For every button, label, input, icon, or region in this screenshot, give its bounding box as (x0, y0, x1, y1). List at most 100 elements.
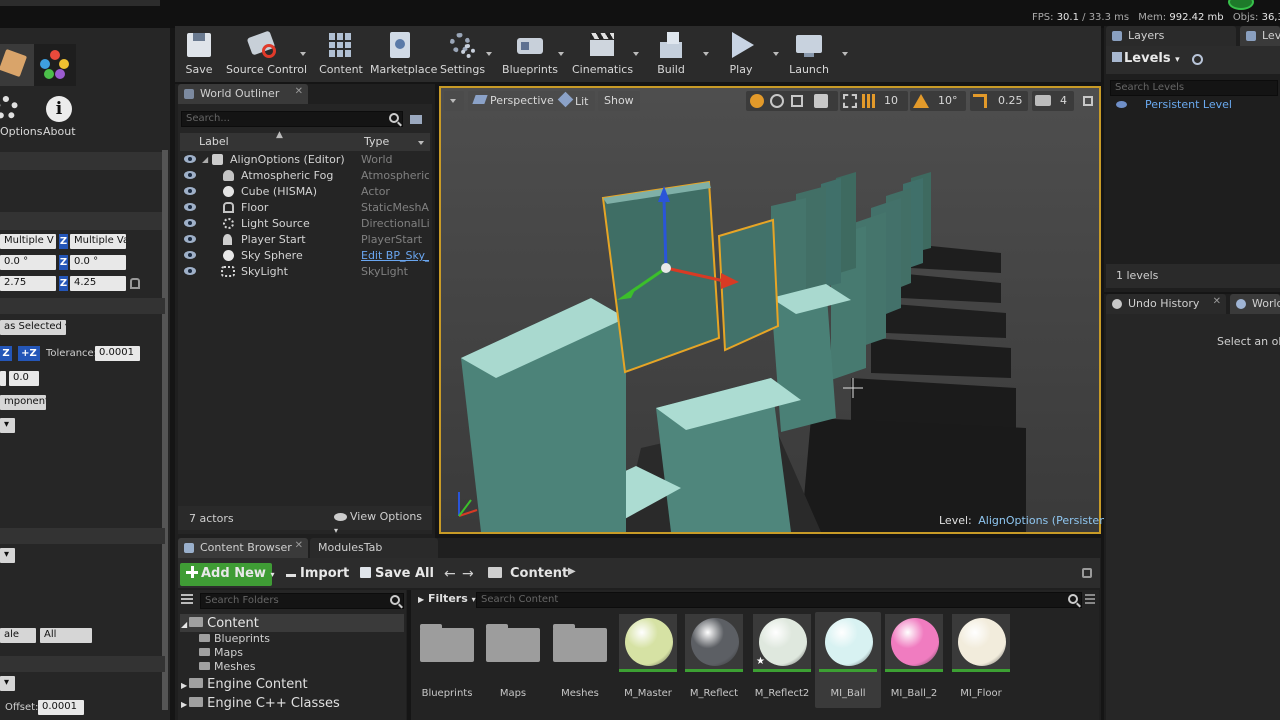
plus-z-button[interactable]: +Z (18, 346, 40, 361)
camera-speed-button[interactable]: 4 (1032, 91, 1074, 111)
tab-undo-history[interactable]: Undo History ✕ (1106, 294, 1226, 314)
persistent-level-row[interactable]: Persistent Level (1106, 97, 1280, 113)
grid-snap-toggle[interactable]: 10 (840, 91, 908, 111)
outliner-row[interactable]: Light Source DirectionalLig (180, 216, 430, 232)
source-control-dropdown-icon[interactable] (300, 52, 306, 56)
maximize-viewport-icon[interactable] (1083, 96, 1093, 106)
paint-mode-tab[interactable] (34, 44, 76, 86)
outliner-row[interactable]: Atmospheric Fog AtmosphericF (180, 168, 430, 184)
align-mode-dropdown[interactable]: as Selected ▾ (0, 320, 66, 335)
search-content-input[interactable]: Search Content (476, 592, 1082, 608)
z-button[interactable]: Z (0, 346, 12, 361)
visibility-eye-icon[interactable] (184, 171, 196, 179)
play-button[interactable]: Play (722, 30, 760, 78)
close-icon[interactable]: ✕ (295, 86, 303, 97)
add-new-button[interactable]: Add New ▾ (180, 563, 274, 586)
component-button[interactable]: mponent (0, 395, 46, 410)
lit-button[interactable]: Lit (554, 91, 595, 111)
visibility-eye-icon[interactable] (184, 251, 196, 259)
visibility-eye-icon[interactable] (184, 155, 196, 163)
place-mode-tab[interactable] (0, 44, 34, 86)
surface-snap-icon[interactable] (843, 94, 857, 108)
all-option-button[interactable]: All (40, 628, 92, 643)
rotate-icon[interactable] (770, 94, 784, 108)
asset-tile[interactable]: Maps (482, 614, 544, 699)
transform-tools[interactable] (746, 91, 838, 111)
col-type[interactable]: Type (364, 135, 389, 148)
location-y-field[interactable]: Multiple V (0, 234, 56, 249)
view-options-button[interactable]: View Options ▾ (334, 510, 428, 535)
tree-item-content[interactable]: ◢ Content (181, 616, 259, 631)
option-dropdown[interactable]: ▾ (0, 548, 15, 563)
tree-item-blueprints[interactable]: Blueprints (199, 632, 270, 645)
outliner-row[interactable]: SkyLight SkyLight (180, 264, 430, 280)
add-filter-button[interactable] (408, 111, 426, 127)
visibility-eye-icon[interactable] (1116, 101, 1127, 108)
grid-snap-value[interactable]: 10 (884, 94, 898, 107)
asset-tile[interactable]: Blueprints (416, 614, 478, 699)
tab-levels[interactable]: Levels (1240, 26, 1280, 46)
scrollbar[interactable] (162, 150, 168, 710)
rotation-snap-toggle[interactable]: 10° (910, 91, 966, 111)
outliner-row[interactable]: Floor StaticMeshAc (180, 200, 430, 216)
visibility-eye-icon[interactable] (184, 267, 196, 275)
save-button[interactable]: Save (180, 30, 218, 78)
visibility-eye-icon[interactable] (184, 187, 196, 195)
import-button[interactable]: Import (280, 563, 355, 586)
content-button[interactable]: Content (318, 30, 364, 78)
tree-item-engine-content[interactable]: ▶ Engine Content (181, 677, 308, 692)
type-dropdown-icon[interactable] (418, 141, 424, 145)
world-space-icon[interactable] (814, 94, 828, 108)
perspective-button[interactable]: Perspective (468, 91, 560, 111)
cinematics-button[interactable]: Cinematics (572, 30, 633, 78)
lock-icon[interactable] (130, 278, 140, 289)
asset-tile[interactable]: M_Master (617, 614, 679, 699)
launch-button[interactable]: Launch (788, 30, 830, 78)
tab-content-browser[interactable]: Content Browser ✕ (178, 538, 308, 558)
asset-tile[interactable]: MI_Ball (817, 614, 879, 699)
back-arrow-icon[interactable]: ← (444, 566, 456, 582)
scale-snap-value[interactable]: 0.25 (998, 94, 1023, 107)
mode-dropdown[interactable]: ▾ (0, 418, 15, 433)
translate-icon[interactable] (750, 94, 764, 108)
scale-snap-toggle[interactable]: 0.25 (970, 91, 1028, 111)
tolerance-field[interactable]: 0.0001 (95, 346, 140, 361)
asset-view-options-icon[interactable] (1085, 594, 1095, 606)
viewport-options-dropdown[interactable] (444, 91, 464, 111)
settings-button[interactable]: Settings (440, 30, 485, 78)
blueprints-dropdown-icon[interactable] (558, 52, 564, 56)
about-button[interactable]: i About (40, 94, 80, 138)
close-icon[interactable]: ✕ (1213, 296, 1221, 307)
filters-dropdown[interactable]: ▶ Filters ▾ (418, 592, 476, 605)
offset-field[interactable]: 0.0001 (38, 700, 84, 715)
tab-world-outliner[interactable]: World Outliner ✕ (178, 84, 308, 104)
visibility-eye-icon[interactable] (184, 203, 196, 211)
grid-snap-icon[interactable] (862, 94, 876, 108)
path-content-breadcrumb[interactable]: Content (510, 566, 568, 581)
asset-tile[interactable]: Meshes (549, 614, 611, 699)
play-dropdown-icon[interactable] (773, 52, 779, 56)
save-all-button[interactable]: Save All (354, 563, 440, 586)
rotation-snap-value[interactable]: 10° (938, 94, 958, 107)
outliner-row[interactable]: Cube (HISMA) Actor (180, 184, 430, 200)
col-label[interactable]: Label (199, 135, 229, 148)
close-icon[interactable]: ✕ (295, 540, 303, 551)
levels-dropdown[interactable]: Levels ▾ (1112, 51, 1180, 66)
location-z-field[interactable]: Multiple Va (70, 234, 126, 249)
asset-tile[interactable]: ★ M_Reflect2 (751, 614, 813, 699)
level-viewport[interactable] (439, 86, 1101, 534)
tree-item-maps[interactable]: Maps (199, 646, 243, 659)
tab-layers[interactable]: Layers (1106, 26, 1236, 46)
forward-arrow-icon[interactable]: → (462, 566, 474, 582)
rotation-snap-icon[interactable] (913, 94, 929, 108)
offset-small-field[interactable]: 0.0 (9, 371, 39, 386)
tab-world-settings[interactable]: World (1230, 294, 1280, 314)
build-dropdown-icon[interactable] (703, 52, 709, 56)
scale-snap-icon[interactable] (973, 94, 987, 108)
scale-z-field[interactable]: 4.25 (70, 276, 126, 291)
scale-icon[interactable] (791, 95, 803, 107)
rotation-z-field[interactable]: 0.0 ° (70, 255, 126, 270)
scale-option-button[interactable]: ale (0, 628, 36, 643)
outliner-row[interactable]: Sky Sphere Edit BP_Sky_ (180, 248, 430, 264)
path-chevron-icon[interactable]: ▶ (568, 566, 576, 577)
